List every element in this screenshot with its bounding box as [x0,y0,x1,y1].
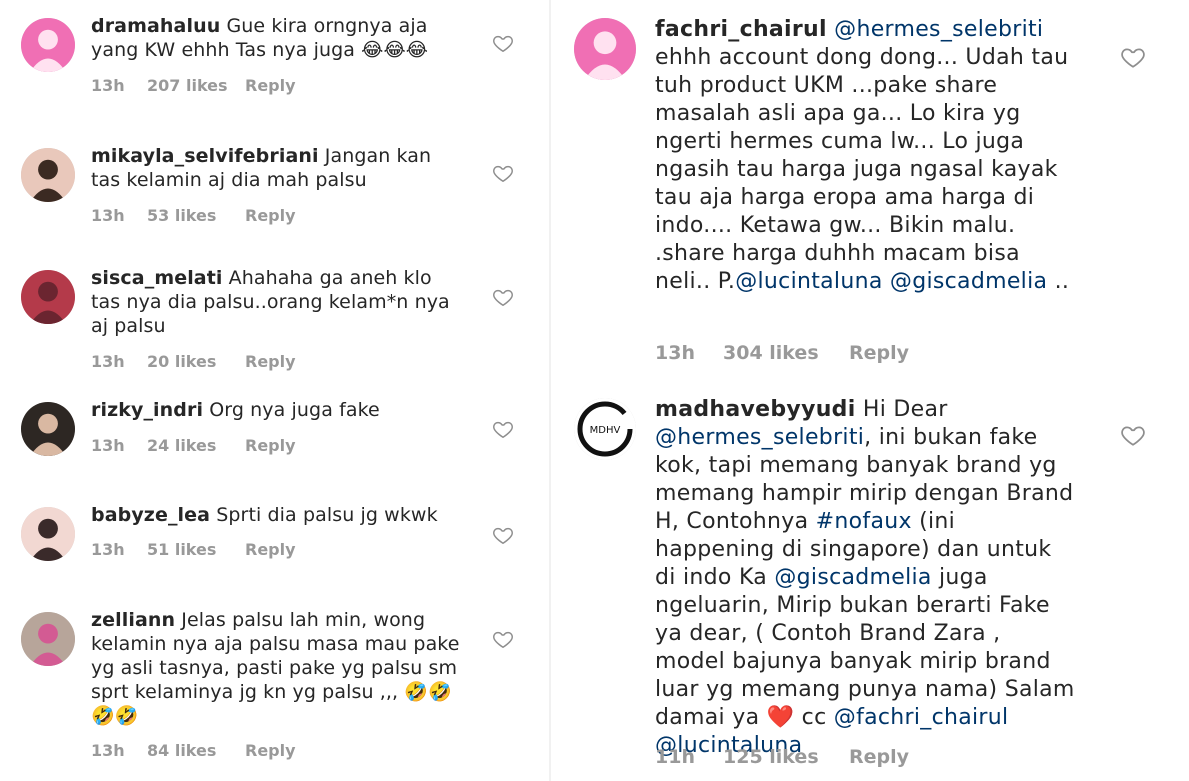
comment-body: fachri_chairul @hermes_selebriti ehhh ac… [655,16,1075,296]
comment-text-segment [883,269,890,294]
mention-link[interactable]: @giscadmelia [890,269,1047,294]
avatar[interactable] [21,612,75,666]
comment-meta: 13h 53 likes Reply [91,206,296,225]
comment-meta: 13h 84 likes Reply [91,741,296,760]
heart-outline-icon[interactable] [492,418,514,440]
heart-outline-icon[interactable] [492,286,514,308]
heart-outline-icon[interactable] [1120,422,1146,448]
heart-outline-icon[interactable] [492,162,514,184]
comment-meta: 13h 20 likes Reply [91,352,296,371]
avatar[interactable] [21,148,75,202]
comments-panel-left: dramahaluu Gue kira orngnya aja yang KW … [0,0,540,781]
reply-button[interactable]: Reply [245,741,296,760]
timestamp[interactable]: 13h [91,352,147,371]
timestamp[interactable]: 13h [91,741,147,760]
comment-meta: 13h 304 likes Reply [655,342,909,364]
comment-meta: 13h 24 likes Reply [91,436,296,455]
emoji: 😂😂😂 [361,39,429,61]
comment-meta: 11h 125 likes Reply [655,746,909,768]
avatar[interactable]: MDHV [574,398,636,460]
timestamp[interactable]: 13h [91,76,147,95]
heart-outline-icon[interactable] [492,524,514,546]
comment-body: madhavebyyudi Hi Dear @hermes_selebriti,… [655,396,1075,760]
likes-count[interactable]: 84 likes [147,741,245,760]
timestamp[interactable]: 13h [91,540,147,559]
heart-outline-icon[interactable] [492,32,514,54]
comment-username-link[interactable]: dramahaluu [91,15,220,37]
comment-text: fachri_chairul @hermes_selebriti ehhh ac… [655,16,1075,296]
comment-username-link[interactable]: zelliann [91,609,175,631]
comment-username-link[interactable]: madhavebyyudi [655,397,856,422]
mention-link[interactable]: @lucintaluna [735,269,882,294]
likes-count[interactable]: 125 likes [723,746,849,768]
reply-button[interactable]: Reply [245,540,296,559]
comment-text: mikayla_selvifebriani Jangan kan tas kel… [91,144,463,192]
avatar[interactable] [21,507,75,561]
panel-divider [549,0,551,781]
comment-body: rizky_indri Org nya juga fake [91,398,451,422]
comment-meta: 13h 207 likes Reply [91,76,296,95]
comments-panel-right: fachri_chairul @hermes_selebriti ehhh ac… [560,0,1189,781]
avatar[interactable] [21,18,75,72]
likes-count[interactable]: 304 likes [723,342,849,364]
mention-link[interactable]: @hermes_selebriti [827,17,1043,42]
comment-meta: 13h 51 likes Reply [91,540,296,559]
comment-body: babyze_lea Sprti dia palsu jg wkwk [91,503,451,527]
comment-text: madhavebyyudi Hi Dear @hermes_selebriti,… [655,396,1075,760]
reply-button[interactable]: Reply [245,206,296,225]
comment-text: zelliann Jelas palsu lah min, wong kelam… [91,608,463,728]
comment-text: babyze_lea Sprti dia palsu jg wkwk [91,503,451,527]
reply-button[interactable]: Reply [849,342,909,364]
comment-body: zelliann Jelas palsu lah min, wong kelam… [91,608,463,728]
timestamp[interactable]: 11h [655,746,723,768]
likes-count[interactable]: 24 likes [147,436,245,455]
comment-username-link[interactable]: sisca_melati [91,267,223,289]
reply-button[interactable]: Reply [245,436,296,455]
comment-text-segment: Org nya juga fake [203,399,380,421]
comment-text-segment: ehhh account dong dong... Udah tau tuh p… [655,45,1069,294]
likes-count[interactable]: 51 likes [147,540,245,559]
mention-link[interactable]: @hermes_selebriti [655,425,864,450]
reply-button[interactable]: Reply [245,352,296,371]
comment-text-segment: Hi Dear [855,397,948,422]
comment-username-link[interactable]: fachri_chairul [655,17,827,42]
reply-button[interactable]: Reply [245,76,296,95]
comment-text-segment: .. [1047,269,1070,294]
avatar[interactable] [21,402,75,456]
timestamp[interactable]: 13h [91,436,147,455]
emoji: ❤️ [766,705,795,730]
heart-outline-icon[interactable] [492,628,514,650]
comment-text-segment: cc [794,705,834,730]
avatar-logo-text: MDHV [590,425,621,436]
likes-count[interactable]: 20 likes [147,352,245,371]
avatar[interactable] [21,270,75,324]
mention-link[interactable]: @fachri_chairul [834,705,1009,730]
likes-count[interactable]: 53 likes [147,206,245,225]
comment-username-link[interactable]: rizky_indri [91,399,203,421]
comment-username-link[interactable]: babyze_lea [91,504,210,526]
comment-text: rizky_indri Org nya juga fake [91,398,451,422]
comment-username-link[interactable]: mikayla_selvifebriani [91,145,319,167]
comment-text-segment: Sprti dia palsu jg wkwk [210,504,438,526]
comment-body: mikayla_selvifebriani Jangan kan tas kel… [91,144,463,192]
likes-count[interactable]: 207 likes [147,76,245,95]
comment-text: sisca_melati Ahahaha ga aneh klo tas nya… [91,266,457,338]
heart-outline-icon[interactable] [1120,44,1146,70]
avatar[interactable] [574,18,636,80]
mention-link[interactable]: @giscadmelia [774,565,931,590]
timestamp[interactable]: 13h [655,342,723,364]
hashtag-link[interactable]: #nofaux [816,509,912,534]
timestamp[interactable]: 13h [91,206,147,225]
comment-body: dramahaluu Gue kira orngnya aja yang KW … [91,14,451,62]
reply-button[interactable]: Reply [849,746,909,768]
comment-body: sisca_melati Ahahaha ga aneh klo tas nya… [91,266,457,338]
comment-text: dramahaluu Gue kira orngnya aja yang KW … [91,14,451,62]
